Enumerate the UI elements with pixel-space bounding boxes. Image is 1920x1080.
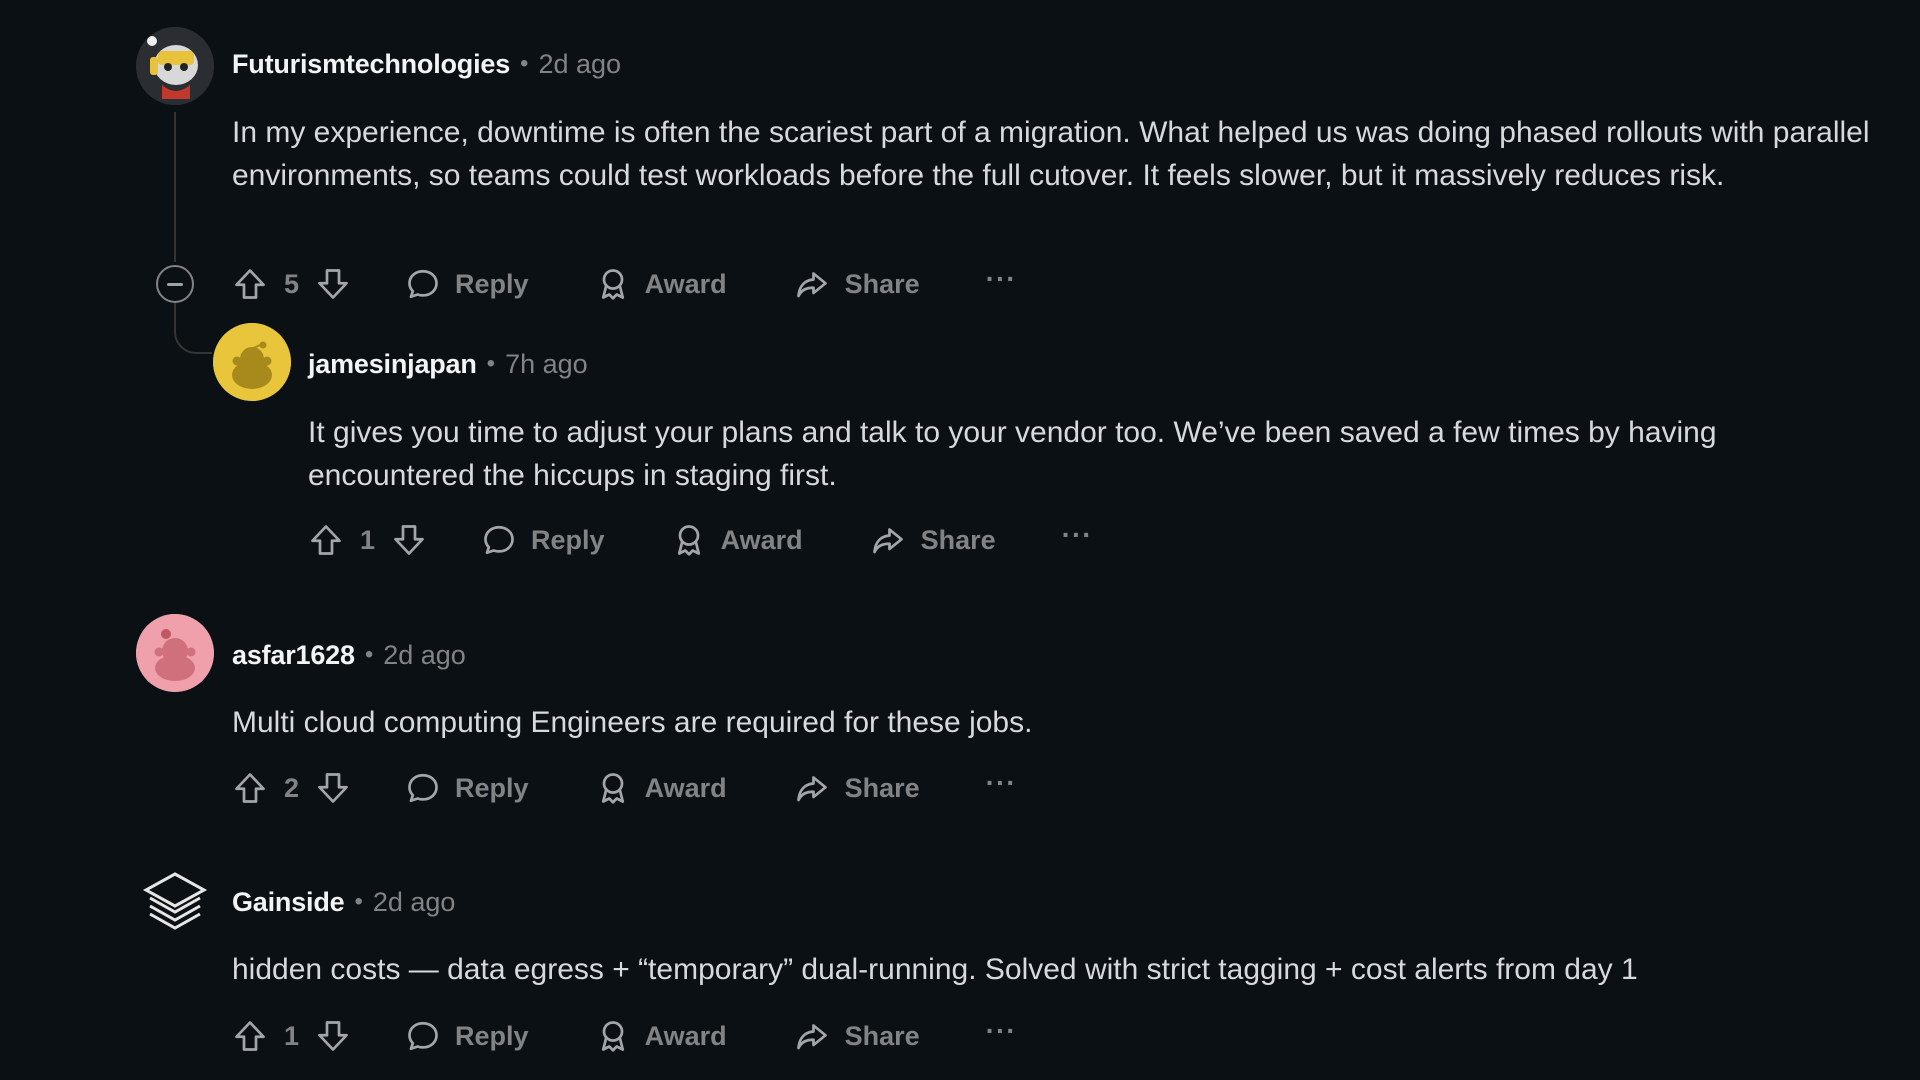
upvote-button[interactable]: [308, 522, 344, 558]
comment-timestamp[interactable]: 7h ago: [505, 349, 588, 380]
comment-author[interactable]: jamesinjapan: [308, 349, 477, 380]
vote-score: 1: [360, 524, 376, 555]
comment-author[interactable]: asfar1628: [232, 640, 355, 671]
vote-control: 2: [232, 770, 351, 806]
speech-bubble-icon: [408, 773, 438, 803]
meta-separator: •: [354, 888, 363, 915]
robot-mascot-avatar-icon: [136, 27, 214, 105]
downvote-button[interactable]: [315, 266, 351, 302]
reply-label: Reply: [455, 268, 529, 299]
award-ribbon-icon: [601, 269, 624, 300]
comment-actions: 2 Reply Award Share ···: [232, 764, 1017, 812]
reply-button[interactable]: Reply: [405, 1018, 529, 1054]
downvote-button[interactable]: [315, 1018, 351, 1054]
avatar[interactable]: [136, 614, 214, 692]
reply-label: Reply: [455, 1020, 529, 1051]
upvote-arrow-icon: [311, 525, 341, 555]
award-button[interactable]: Award: [595, 770, 727, 806]
comment-body: It gives you time to adjust your plans a…: [308, 416, 1717, 492]
share-button[interactable]: Share: [793, 770, 920, 806]
award-label: Award: [644, 268, 727, 299]
share-label: Share: [844, 772, 920, 803]
share-label: Share: [920, 524, 996, 555]
reply-button[interactable]: Reply: [405, 770, 529, 806]
snoo-avatar-pink-icon: [136, 614, 214, 692]
award-label: Award: [644, 772, 727, 803]
minus-icon: [167, 282, 183, 286]
comment-timestamp[interactable]: 2d ago: [383, 640, 466, 671]
reply-label: Reply: [455, 772, 529, 803]
downvote-button[interactable]: [315, 770, 351, 806]
award-ribbon-icon: [601, 773, 624, 804]
share-arrow-icon: [796, 776, 827, 802]
award-label: Award: [644, 1020, 727, 1051]
avatar[interactable]: [136, 862, 214, 940]
vote-control: 1: [232, 1018, 351, 1054]
share-label: Share: [844, 1020, 920, 1051]
upvote-arrow-icon: [235, 269, 265, 299]
speech-bubble-icon: [408, 1021, 438, 1051]
meta-separator: •: [486, 350, 496, 377]
more-options-button[interactable]: ···: [986, 769, 1017, 807]
speech-bubble-icon: [408, 269, 438, 299]
reply-button[interactable]: Reply: [481, 522, 605, 558]
downvote-arrow-icon: [318, 269, 348, 299]
snoo-avatar-yellow-icon: [213, 323, 291, 401]
meta-separator: •: [520, 50, 529, 77]
downvote-button[interactable]: [391, 522, 427, 558]
comment-author[interactable]: Gainside: [232, 887, 345, 918]
comment-thread: Futurismtechnologies • 2d ago In my expe…: [0, 0, 1920, 1080]
collapse-thread-button[interactable]: [156, 265, 194, 303]
comment-author[interactable]: Futurismtechnologies: [232, 49, 510, 80]
thread-line: [174, 112, 176, 262]
avatar[interactable]: [213, 323, 291, 401]
share-button[interactable]: Share: [793, 266, 920, 302]
comment-body: Multi cloud computing Engineers are requ…: [232, 706, 1033, 739]
comment-actions: 1 Reply Award Share ···: [308, 516, 1093, 564]
share-button[interactable]: Share: [869, 522, 996, 558]
comment-actions: 1 Reply Award Share ···: [232, 1012, 1017, 1060]
share-label: Share: [844, 268, 920, 299]
award-ribbon-icon: [601, 1021, 624, 1052]
upvote-arrow-icon: [235, 1021, 265, 1051]
comment-actions: 5 Reply Award Share ···: [232, 260, 1017, 308]
downvote-arrow-icon: [394, 525, 424, 555]
downvote-arrow-icon: [318, 773, 348, 803]
upvote-button[interactable]: [232, 266, 268, 302]
more-options-button[interactable]: ···: [986, 265, 1017, 303]
award-button[interactable]: Award: [595, 266, 727, 302]
award-button[interactable]: Award: [595, 1018, 727, 1054]
comment-timestamp[interactable]: 2d ago: [373, 887, 456, 918]
reply-label: Reply: [531, 524, 605, 555]
vote-control: 5: [232, 266, 351, 302]
share-arrow-icon: [796, 272, 827, 298]
comment-timestamp[interactable]: 2d ago: [538, 49, 621, 80]
award-label: Award: [720, 524, 803, 555]
upvote-button[interactable]: [232, 770, 268, 806]
reply-button[interactable]: Reply: [405, 266, 529, 302]
award-ribbon-icon: [677, 525, 700, 556]
avatar[interactable]: [136, 27, 214, 105]
share-arrow-icon: [872, 528, 903, 554]
stacked-layers-logo-icon: [142, 872, 208, 930]
vote-score: 2: [284, 772, 300, 803]
share-button[interactable]: Share: [793, 1018, 920, 1054]
upvote-button[interactable]: [232, 1018, 268, 1054]
vote-score: 1: [284, 1020, 300, 1051]
comment-body: hidden costs — data egress + “temporary”…: [232, 953, 1638, 986]
more-options-button[interactable]: ···: [986, 1017, 1017, 1055]
award-button[interactable]: Award: [671, 522, 803, 558]
speech-bubble-icon: [484, 525, 514, 555]
comment-body: In my experience, downtime is often the …: [232, 116, 1870, 192]
reply-connector: [174, 300, 212, 354]
vote-score: 5: [284, 268, 300, 299]
meta-separator: •: [364, 641, 374, 668]
more-options-button[interactable]: ···: [1062, 521, 1093, 559]
downvote-arrow-icon: [318, 1021, 348, 1051]
upvote-arrow-icon: [235, 773, 265, 803]
share-arrow-icon: [796, 1024, 827, 1050]
vote-control: 1: [308, 522, 427, 558]
